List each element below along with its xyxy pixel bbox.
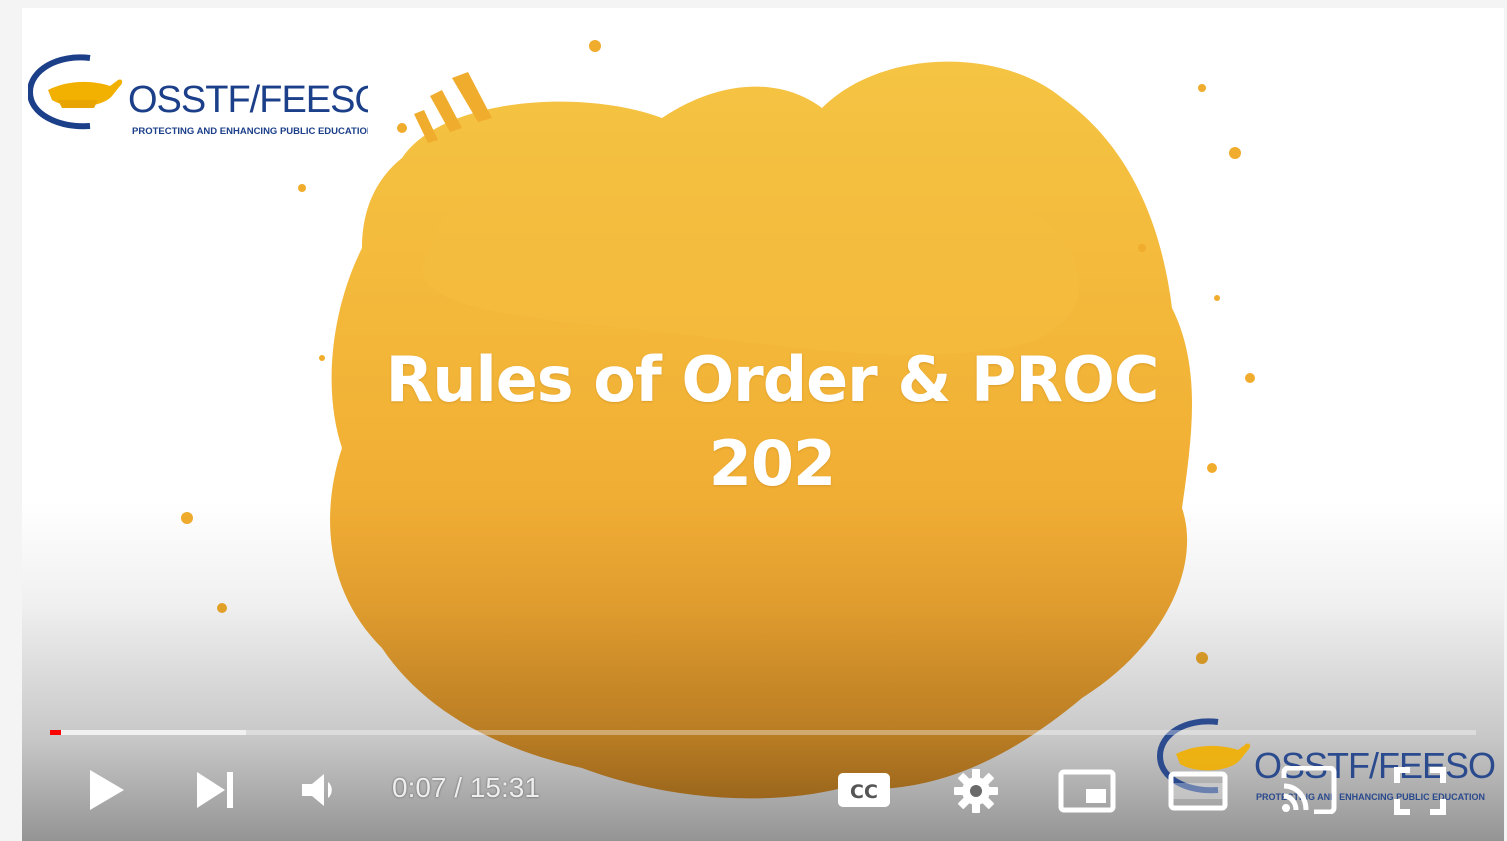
seek-bar[interactable] <box>50 727 1476 737</box>
fullscreen-icon <box>1394 767 1446 815</box>
logo-wordmark: OSSTF/FEESO <box>128 79 368 121</box>
miniplayer-button[interactable] <box>1056 768 1118 814</box>
miniplayer-icon <box>1058 769 1116 813</box>
volume-icon <box>302 774 332 806</box>
captions-icon: CC <box>838 773 890 807</box>
duration: 15:31 <box>469 772 540 803</box>
settings-gear-icon <box>954 769 998 813</box>
title-line-2: 202 <box>708 427 836 500</box>
play-button[interactable] <box>78 766 134 814</box>
mute-button[interactable] <box>294 768 346 812</box>
subtitles-button[interactable]: CC <box>834 770 894 810</box>
cc-label: CC <box>850 781 878 803</box>
seek-track <box>50 730 1476 735</box>
played-bar <box>50 730 61 735</box>
play-icon <box>90 770 124 810</box>
osstf-feeso-logo: OSSTF/FEESO PROTECTING AND ENHANCING PUB… <box>28 54 368 137</box>
time-display: 0:07 / 15:31 <box>392 770 540 806</box>
title-line-1: Rules of Order & PROC <box>385 343 1160 416</box>
next-icon <box>197 772 233 808</box>
video-title-slide: Rules of Order & PROC 202 <box>342 338 1202 506</box>
logo-tagline: PROTECTING AND ENHANCING PUBLIC EDUCATIO… <box>132 126 368 137</box>
time-separator: / <box>446 772 470 803</box>
fullscreen-button[interactable] <box>1392 766 1448 816</box>
current-time: 0:07 <box>392 772 447 803</box>
video-player[interactable]: OSSTF/FEESO PROTECTING AND ENHANCING PUB… <box>22 8 1504 841</box>
cast-icon <box>1281 766 1337 814</box>
cast-button[interactable] <box>1278 766 1340 814</box>
theater-mode-icon <box>1168 771 1228 811</box>
settings-button[interactable] <box>950 768 1002 814</box>
next-button[interactable] <box>188 766 244 814</box>
buffered-bar <box>50 730 246 735</box>
theater-mode-button[interactable] <box>1166 770 1230 812</box>
